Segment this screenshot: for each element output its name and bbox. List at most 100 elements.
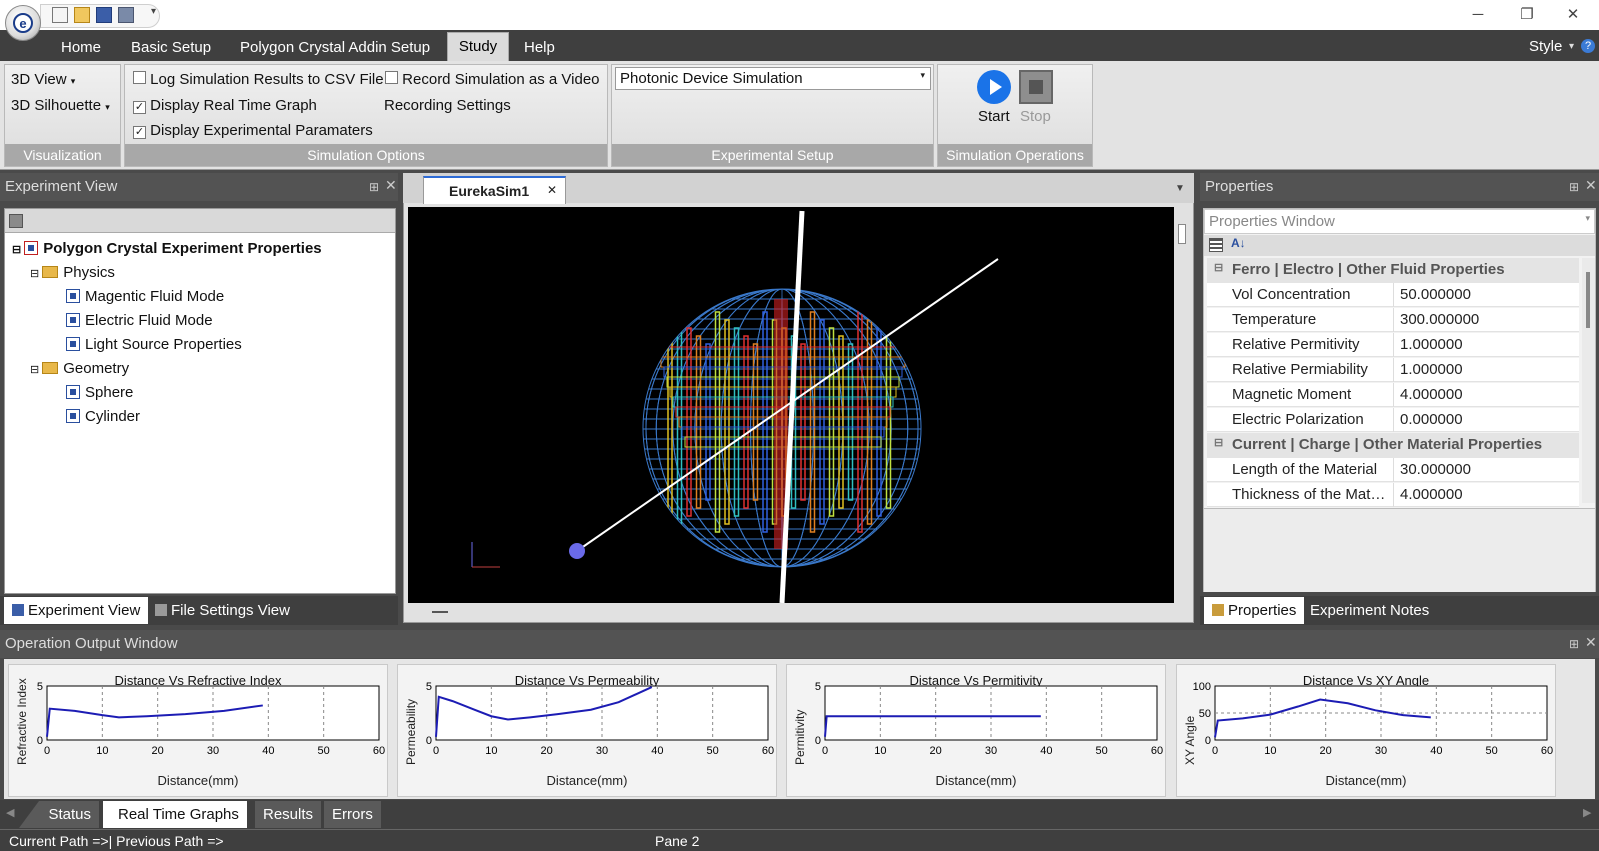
x-tick-label: 0 <box>433 745 439 757</box>
tree-item-electric-fluid[interactable]: Electric Fluid Mode <box>66 312 213 329</box>
x-tick-label: 20 <box>1320 745 1332 757</box>
tree-toolbar <box>5 209 395 233</box>
crystal-rod <box>838 335 844 509</box>
3d-scene[interactable] <box>408 207 1174 604</box>
viewport-vscroll-thumb[interactable] <box>1178 224 1186 244</box>
tab-list-dropdown-icon[interactable]: ▼ <box>1175 183 1185 194</box>
real-time-graph-checkbox[interactable]: ✓ Display Real Time Graph <box>133 97 317 114</box>
menu-polygon-crystal-addin-setup[interactable]: Polygon Crystal Addin Setup <box>240 39 430 56</box>
menu-home[interactable]: Home <box>61 39 101 56</box>
property-value[interactable]: 1.000000 <box>1400 361 1463 378</box>
property-value[interactable]: 300.000000 <box>1400 311 1479 328</box>
property-row[interactable]: Magnetic Moment 4.000000 <box>1207 383 1579 407</box>
pin-icon[interactable]: ⊞ <box>369 180 379 194</box>
start-play-icon[interactable] <box>977 70 1011 104</box>
close-panel-icon[interactable]: ✕ <box>1585 177 1597 194</box>
property-row[interactable]: Relative Permiability 1.000000 <box>1207 358 1579 382</box>
menu-basic-setup[interactable]: Basic Setup <box>131 39 211 56</box>
viewport-hscroll-thumb[interactable] <box>432 611 448 613</box>
tree-item-light-source[interactable]: Light Source Properties <box>66 336 242 353</box>
tab-file-settings-view[interactable]: File Settings View <box>147 597 298 624</box>
restore-icon[interactable]: ❐ <box>1515 4 1539 26</box>
pin-icon[interactable]: ⊞ <box>1569 180 1579 194</box>
collapse-icon[interactable]: ⊟ <box>1214 261 1223 274</box>
close-panel-icon[interactable]: ✕ <box>1585 634 1597 651</box>
menu-study[interactable]: Study <box>447 32 509 61</box>
property-name: Electric Polarization <box>1232 411 1364 428</box>
start-button[interactable]: Start <box>978 108 1010 125</box>
properties-pages-icon[interactable] <box>9 214 23 228</box>
tree-item-sphere[interactable]: Sphere <box>66 384 133 401</box>
tree-folder-physics[interactable]: ⊟ Physics <box>30 264 115 281</box>
customize-toolbar-icon[interactable]: ▾ <box>151 6 156 17</box>
style-menu[interactable]: Style <box>1529 38 1562 55</box>
scroll-right-icon[interactable]: ▶ <box>1583 806 1591 819</box>
x-tick-label: 0 <box>44 745 50 757</box>
property-category-material[interactable]: ⊟ Current | Charge | Other Material Prope… <box>1207 433 1579 458</box>
style-dropdown-icon[interactable]: ▾ <box>1569 41 1574 52</box>
property-row[interactable]: Length of the Material 30.000000 <box>1207 458 1579 482</box>
checkmark-icon[interactable]: ✓ <box>133 101 146 114</box>
tab-properties[interactable]: Properties <box>1204 597 1305 624</box>
property-name: Relative Permiability <box>1232 361 1368 378</box>
chevron-down-icon: ▾ <box>1585 213 1590 223</box>
app-menu-button[interactable]: e <box>5 5 41 41</box>
menu-help[interactable]: Help <box>524 39 555 56</box>
property-value[interactable]: 30.000000 <box>1400 461 1471 478</box>
tab-experiment-notes[interactable]: Experiment Notes <box>1302 597 1437 624</box>
3d-viewport[interactable] <box>408 207 1174 604</box>
close-tab-icon[interactable]: ✕ <box>547 183 557 197</box>
silhouette-dropdown[interactable]: 3D Silhouette ▾ <box>11 97 110 114</box>
checkbox-box[interactable] <box>133 71 146 84</box>
close-panel-icon[interactable]: ✕ <box>385 177 397 194</box>
categorized-icon[interactable] <box>1209 238 1223 252</box>
scrollbar-thumb[interactable] <box>1586 272 1590 328</box>
tree-folder-geometry[interactable]: ⊟ Geometry <box>30 360 129 377</box>
view-dropdown[interactable]: 3D View ▾ <box>11 71 75 88</box>
scroll-left-icon[interactable]: ◀ <box>6 806 14 819</box>
open-folder-icon[interactable] <box>74 7 90 23</box>
help-icon[interactable]: ? <box>1581 39 1595 53</box>
properties-object-select[interactable]: Properties Window ▾ <box>1204 209 1595 234</box>
stop-button: Stop <box>1020 108 1051 125</box>
property-value[interactable]: 1.000000 <box>1400 336 1463 353</box>
tree-item-cylinder[interactable]: Cylinder <box>66 408 140 425</box>
log-csv-checkbox[interactable]: Log Simulation Results to CSV File <box>133 71 384 88</box>
properties-scrollbar[interactable] <box>1582 258 1595 503</box>
checkbox-box[interactable] <box>385 71 398 84</box>
checkmark-icon[interactable]: ✓ <box>133 126 146 139</box>
property-row[interactable]: Temperature 300.000000 <box>1207 308 1579 332</box>
tab-errors[interactable]: Errors <box>324 801 381 828</box>
x-tick-label: 10 <box>874 745 886 757</box>
property-category-fluid[interactable]: ⊟ Ferro | Electro | Other Fluid Propertie… <box>1207 258 1579 283</box>
close-window-icon[interactable]: ✕ <box>1561 4 1585 26</box>
record-video-checkbox[interactable]: Record Simulation as a Video <box>385 71 600 88</box>
pin-icon[interactable]: ⊞ <box>1569 637 1579 651</box>
tab-eurekasim1[interactable]: EurekaSim1 ✕ <box>423 176 566 204</box>
title-bar <box>0 0 1599 30</box>
property-value[interactable]: 50.000000 <box>1400 286 1471 303</box>
collapse-icon[interactable]: ⊟ <box>1214 436 1223 449</box>
sort-alphabetical-icon[interactable]: A↓ <box>1231 236 1246 250</box>
tab-results[interactable]: Results <box>255 801 322 828</box>
experimental-params-checkbox[interactable]: ✓ Display Experimental Paramaters <box>133 122 373 139</box>
recording-settings-button[interactable]: Recording Settings <box>384 97 511 114</box>
group-caption: Simulation Options <box>125 144 607 166</box>
minimize-icon[interactable]: ─ <box>1466 4 1490 26</box>
property-name: Temperature <box>1232 311 1317 328</box>
tree-item-magnetic-fluid[interactable]: Magentic Fluid Mode <box>66 288 224 305</box>
experiment-type-select[interactable]: Photonic Device Simulation ▾ <box>615 67 931 90</box>
save-all-icon[interactable] <box>118 7 134 23</box>
tab-real-time-graphs[interactable]: Real Time Graphs <box>103 801 247 828</box>
property-value[interactable]: 0.000000 <box>1400 411 1463 428</box>
property-value[interactable]: 4.000000 <box>1400 486 1463 503</box>
property-row[interactable]: Relative Permitivity 1.000000 <box>1207 333 1579 357</box>
property-row[interactable]: Electric Polarization 0.000000 <box>1207 408 1579 432</box>
property-value[interactable]: 4.000000 <box>1400 386 1463 403</box>
tree-root[interactable]: ⊟ Polygon Crystal Experiment Properties <box>12 240 322 257</box>
property-row[interactable]: Vol Concentration 50.000000 <box>1207 283 1579 307</box>
tab-experiment-view[interactable]: Experiment View <box>4 597 149 624</box>
new-file-icon[interactable] <box>52 7 68 23</box>
save-icon[interactable] <box>96 7 112 23</box>
property-row[interactable]: Thickness of the Material 4.000000 <box>1207 483 1579 507</box>
